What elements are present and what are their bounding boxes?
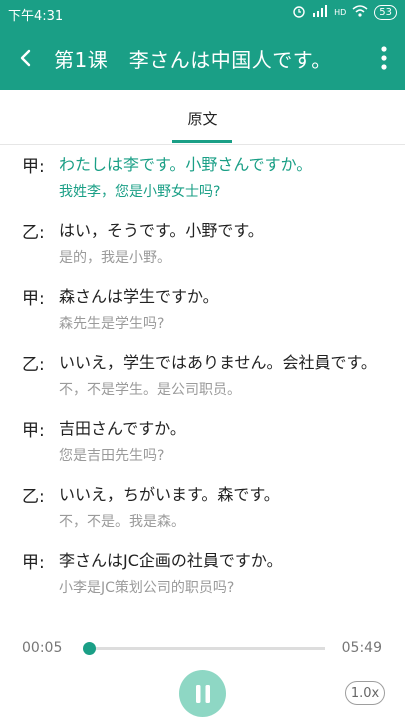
alarm-icon: [292, 4, 306, 21]
chinese-translation: 是的，我是小野。: [59, 250, 171, 266]
speaker-label: 乙:: [22, 487, 45, 507]
chinese-translation: 不，不是学生。是公司职员。: [59, 382, 241, 398]
signal-icon: [312, 5, 328, 20]
status-bar: 下午4:31 HD 53: [0, 0, 405, 26]
more-vertical-icon: [381, 46, 387, 70]
status-time: 下午4:31: [8, 9, 64, 24]
back-arrow-icon: [20, 49, 31, 67]
battery-indicator: 53: [374, 5, 397, 20]
speaker-label: 乙:: [22, 223, 45, 243]
speaker-label: 甲:: [22, 553, 45, 573]
japanese-text: 李さんはJC企画の社員ですか。: [59, 551, 283, 570]
current-time: 00:05: [22, 640, 63, 656]
dialogue-line[interactable]: 乙: いいえ，ちがいます。森です。 不，不是。我是森。: [0, 474, 405, 540]
dialogue-line[interactable]: 甲: わたしは李です。小野さんですか。 我姓李，您是小野女士吗?: [0, 144, 405, 210]
dialogue-line[interactable]: 乙: いいえ，学生ではありません。会社員です。 不，不是学生。是公司职员。: [0, 342, 405, 408]
more-options-button[interactable]: [369, 38, 399, 78]
japanese-text: いいえ，ちがいます。森です。: [59, 485, 280, 504]
japanese-text: いいえ，学生ではありません。会社員です。: [59, 353, 377, 372]
japanese-text: はい，そうです。小野です。: [59, 221, 264, 240]
tab-bar: 原文: [0, 90, 405, 145]
japanese-text: 吉田さんですか。: [59, 419, 186, 438]
playback-speed-button[interactable]: 1.0x: [345, 681, 385, 705]
japanese-text: 森さんは学生ですか。: [59, 287, 219, 306]
chinese-translation: 我姓李，您是小野女士吗?: [59, 184, 221, 200]
progress-slider[interactable]: [83, 642, 325, 655]
dialogue-line[interactable]: 甲: 李さんはJC企画の社員ですか。 小李是JC策划公司的职员吗?: [0, 540, 405, 606]
status-icons: HD 53: [292, 4, 397, 21]
chinese-translation: 小李是JC策划公司的职员吗?: [59, 580, 235, 596]
hd-label: HD: [334, 8, 347, 17]
dialogue-list[interactable]: 甲: わたしは李です。小野さんですか。 我姓李，您是小野女士吗? 乙: はい，そうです。…: [0, 144, 405, 630]
progress-thumb[interactable]: [83, 642, 96, 655]
pause-icon: [195, 684, 210, 703]
back-button[interactable]: [6, 38, 46, 78]
dialogue-line[interactable]: 甲: 森さんは学生ですか。 森先生是学生吗?: [0, 276, 405, 342]
tab-original-text[interactable]: 原文: [0, 108, 405, 129]
speaker-label: 甲:: [22, 289, 45, 309]
japanese-text: わたしは李です。小野さんですか。: [59, 155, 313, 174]
tab-indicator: [172, 140, 232, 143]
total-time: 05:49: [341, 640, 382, 656]
pause-button[interactable]: [179, 670, 226, 717]
app-bar: 第1课 李さんは中国人です。: [0, 26, 405, 90]
chinese-translation: 森先生是学生吗?: [59, 316, 165, 332]
audio-player: 00:05 05:49 1.0x: [0, 630, 405, 720]
speaker-label: 甲:: [22, 157, 45, 177]
wifi-icon: [352, 5, 368, 20]
speaker-label: 乙:: [22, 355, 45, 375]
speaker-label: 甲:: [22, 421, 45, 441]
dialogue-line[interactable]: 甲: 吉田さんですか。 您是吉田先生吗?: [0, 408, 405, 474]
chinese-translation: 不，不是。我是森。: [59, 514, 185, 530]
page-title: 第1课 李さんは中国人です。: [54, 48, 332, 72]
chinese-translation: 您是吉田先生吗?: [59, 448, 165, 464]
dialogue-line[interactable]: 乙: はい，そうです。小野です。 是的，我是小野。: [0, 210, 405, 276]
